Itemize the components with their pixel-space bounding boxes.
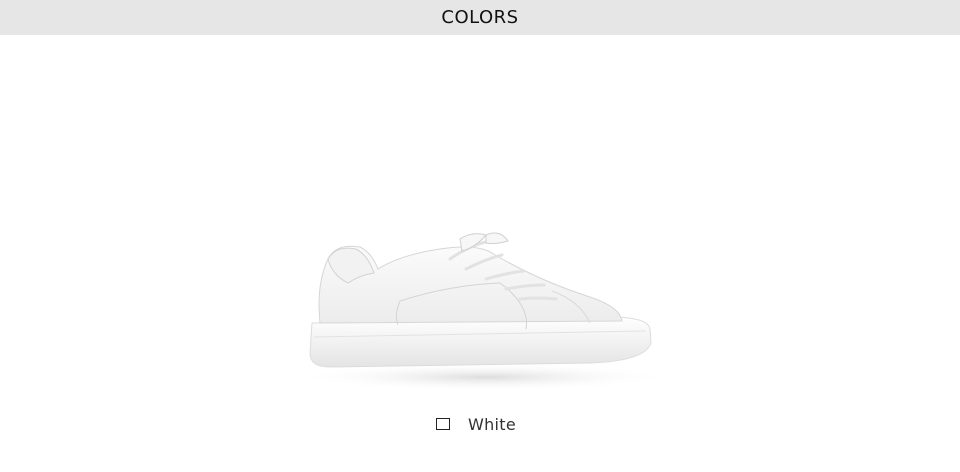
- section-title: COLORS: [441, 7, 519, 28]
- color-option-white[interactable]: White: [0, 412, 960, 436]
- color-option-label: White: [467, 414, 517, 434]
- page: COLORS White: [0, 0, 960, 472]
- swatch-square-icon[interactable]: [435, 418, 450, 430]
- white-sneaker-image: [295, 232, 675, 391]
- section-header: COLORS: [0, 0, 960, 35]
